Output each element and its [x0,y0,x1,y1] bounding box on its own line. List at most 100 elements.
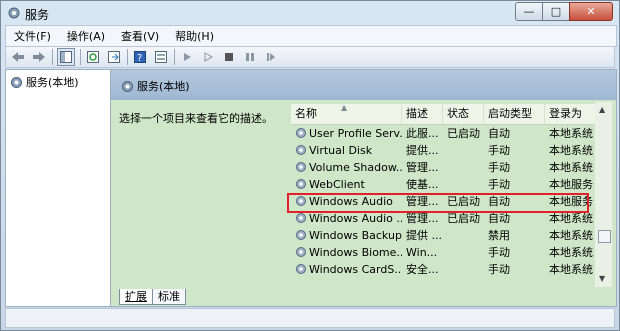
cell-text: Windows Backup [309,229,402,242]
cell-status: 已启动 [443,193,484,210]
table-row[interactable]: Windows Backup 提供 ... 禁用 本地系统 [291,227,601,244]
table-row[interactable]: Windows CardS... 安全... 手动 本地系统 [291,261,601,278]
scroll-down-icon[interactable]: ▼ [599,274,605,283]
cell-startup-type: 手动 [484,159,545,176]
table-row[interactable]: Windows Biome... Win... 手动 本地系统 [291,244,601,261]
cell-startup-type: 自动 [484,193,545,210]
window-title: 服务 [25,8,50,22]
title-bar[interactable]: 服务 — □ ✕ [1,1,619,25]
cell-text: 本地系统 [549,127,593,140]
cell-log-on-as: 本地系统 [545,244,601,261]
scroll-up-icon[interactable]: ▲ [599,105,605,114]
forward-arrow-icon[interactable] [31,49,47,65]
menu-help[interactable]: 帮助(H) [167,28,222,44]
cell-text: 管理... [406,161,439,174]
cell-name: Windows Biome... [291,244,402,261]
cell-name: Windows Audio [291,193,402,210]
toolbar-separator [52,49,53,65]
scrollbar-thumb[interactable] [598,230,611,243]
cell-status [443,176,484,193]
column-header-status[interactable]: 状态 [443,104,484,124]
help-icon[interactable]: ? [132,49,148,65]
column-header-name[interactable]: 名称 ▲ [291,104,402,124]
column-header-log-on-as[interactable]: 登录为 [545,104,601,124]
cell-text: 管理... [406,212,439,225]
cell-text: 自动 [488,195,510,208]
cell-description: Win... [402,244,443,261]
service-gear-icon [296,179,306,189]
back-arrow-icon[interactable] [10,49,26,65]
cell-text: 本地服务 [549,195,593,208]
tab-extended[interactable]: 扩展 [119,289,153,305]
cell-text: 已启动 [447,195,480,208]
cell-text: 自动 [488,127,510,140]
cell-text: 本地服务 [549,178,593,191]
cell-description: 管理... [402,210,443,227]
cell-startup-type: 自动 [484,210,545,227]
play-outline-icon[interactable] [200,49,216,65]
cell-text: 提供 ... [406,229,442,242]
pause-icon[interactable] [242,49,258,65]
cell-text: 安全... [406,263,439,276]
cell-log-on-as: 本地系统 [545,210,601,227]
refresh-icon[interactable] [85,49,101,65]
table-row[interactable]: User Profile Serv... 此服... 已启动 自动 本地系统 [291,125,601,142]
cell-description: 管理... [402,159,443,176]
cell-text: 手动 [488,263,510,276]
services-pane: 服务(本地) 选择一个项目来查看它的描述。 名称 ▲ 描述 状态 启动类型 登录为… [111,70,616,306]
tree-item-services-local[interactable]: 服务(本地) [10,74,79,90]
cell-log-on-as: 本地系统 [545,227,601,244]
cell-text: 禁用 [488,229,510,242]
cell-status [443,244,484,261]
menu-file[interactable]: 文件(F) [6,28,59,44]
close-button[interactable]: ✕ [569,2,613,21]
cell-startup-type: 禁用 [484,227,545,244]
table-row[interactable]: Windows Audio ... 管理... 已启动 自动 本地系统 [291,210,601,227]
cell-text: 本地系统 [549,229,593,242]
cell-description: 提供 ... [402,227,443,244]
cell-name: Windows CardS... [291,261,402,278]
toolbar-separator [174,49,175,65]
cell-description: 提供... [402,142,443,159]
svg-text:?: ? [137,53,142,63]
services-gear-icon [11,76,22,88]
services-window: 服务 — □ ✕ 文件(F) 操作(A) 查看(V) 帮助(H) ? 服务(本地… [0,0,620,331]
menu-view[interactable]: 查看(V) [113,28,167,44]
menu-action[interactable]: 操作(A) [59,28,113,44]
vertical-scrollbar[interactable]: ▲ ▼ [595,102,612,287]
toolbar: ? [5,46,615,68]
table-row[interactable]: WebClient 使基... 手动 本地服务 [291,176,601,193]
cell-text: User Profile Serv... [309,127,402,140]
cell-text: 本地系统 [549,212,593,225]
table-row[interactable]: Volume Shadow... 管理... 手动 本地系统 [291,159,601,176]
cell-text: 本地系统 [549,246,593,259]
cell-text: 已启动 [447,212,480,225]
column-header-description[interactable]: 描述 [402,104,443,124]
cell-text: 提供... [406,144,439,157]
maximize-button[interactable]: □ [542,2,570,21]
minimize-button[interactable]: — [515,2,543,21]
cell-startup-type: 手动 [484,261,545,278]
play-icon[interactable] [179,49,195,65]
stop-icon[interactable] [221,49,237,65]
cell-text: 自动 [488,212,510,225]
cell-name: Windows Backup [291,227,402,244]
tab-standard[interactable]: 标准 [152,289,186,305]
restart-icon[interactable] [263,49,279,65]
console-tree-icon[interactable] [57,48,75,66]
cell-name: Virtual Disk [291,142,402,159]
cell-log-on-as: 本地服务 [545,193,601,210]
export-list-icon[interactable] [106,49,122,65]
cell-log-on-as: 本地系统 [545,125,601,142]
column-header-startup-type[interactable]: 启动类型 [484,104,545,124]
service-gear-icon [296,128,306,138]
table-row[interactable]: Virtual Disk 提供... 手动 本地系统 [291,142,601,159]
properties-icon[interactable] [153,49,169,65]
services-gear-icon [122,80,133,92]
table-row[interactable]: Windows Audio 管理... 已启动 自动 本地服务 [291,193,601,210]
service-gear-icon [296,264,306,274]
console-tree: 服务(本地) [6,70,111,306]
pane-header-title: 服务(本地) [137,80,190,93]
cell-name: Windows Audio ... [291,210,402,227]
cell-text: 手动 [488,161,510,174]
